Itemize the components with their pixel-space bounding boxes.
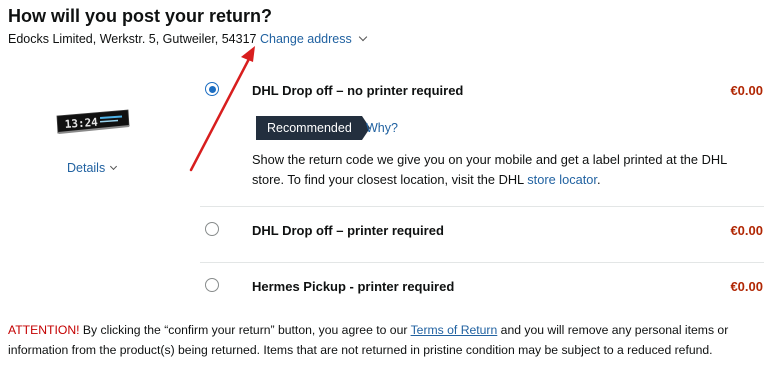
chevron-down-icon — [110, 162, 118, 171]
divider — [200, 262, 764, 263]
change-address-link[interactable]: Change address — [260, 32, 367, 46]
option-price-dhl-printer: €0.00 — [730, 223, 763, 238]
chevron-down-icon — [358, 32, 367, 42]
details-toggle[interactable]: Details — [67, 161, 118, 175]
divider — [200, 206, 764, 207]
radio-dhl-no-printer[interactable] — [205, 82, 219, 96]
option-price-hermes-pickup: €0.00 — [730, 279, 763, 294]
radio-hermes-pickup[interactable] — [205, 278, 219, 292]
radio-dhl-printer[interactable] — [205, 222, 219, 236]
attention-notice: ATTENTION! By clicking the “confirm your… — [8, 323, 729, 357]
clock-display-text: 13:24 — [64, 116, 98, 131]
why-link[interactable]: Why? — [366, 121, 398, 135]
store-locator-link[interactable]: store locator — [527, 172, 597, 187]
option-description: Show the return code we give you on your… — [252, 152, 727, 187]
option-label-dhl-no-printer: DHL Drop off – no printer required — [252, 83, 464, 98]
option-label-hermes-pickup: Hermes Pickup - printer required — [252, 279, 455, 294]
option-price-dhl-no-printer: €0.00 — [730, 83, 763, 98]
address-line: Edocks Limited, Werkstr. 5, Gutweiler, 5… — [8, 32, 367, 46]
page-title: How will you post your return? — [8, 6, 273, 26]
recommended-badge: Recommended — [256, 116, 370, 140]
option-label-dhl-printer: DHL Drop off – printer required — [252, 223, 444, 238]
terms-of-return-link[interactable]: Terms of Return — [411, 323, 498, 337]
attention-label: ATTENTION! — [8, 323, 80, 337]
digital-clock-product-image: 13:24 — [56, 109, 130, 134]
return-address: Edocks Limited, Werkstr. 5, Gutweiler, 5… — [8, 32, 257, 46]
